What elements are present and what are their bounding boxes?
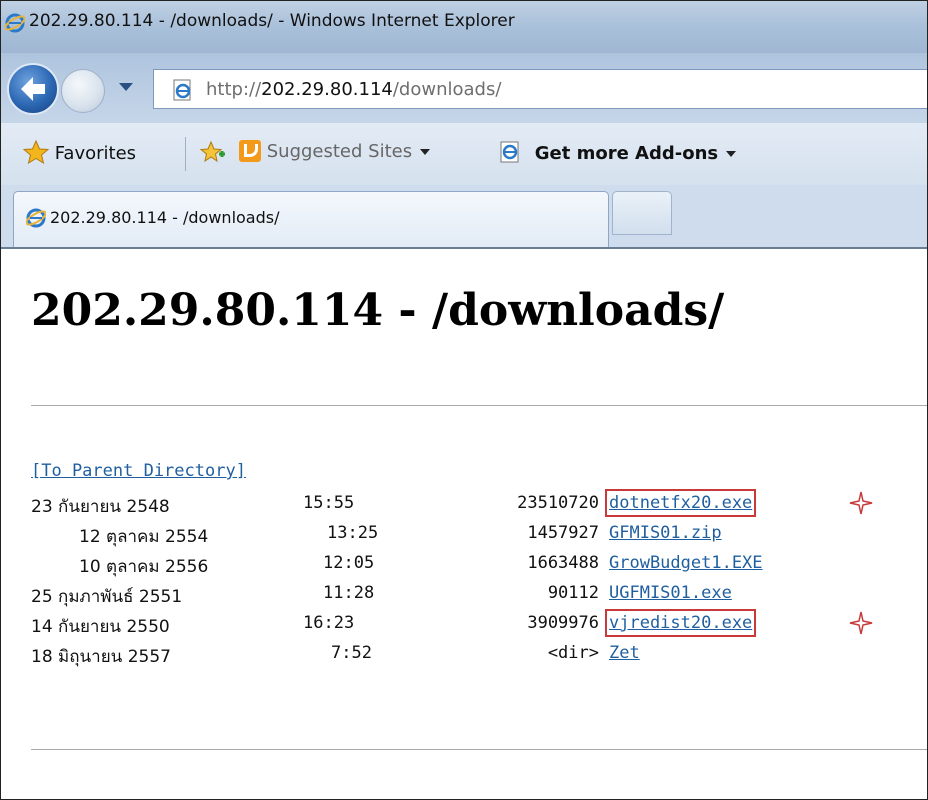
list-item: 23 กันยายน 2548 15:55 23510720 dotnetfx20.e… [31,489,911,517]
file-link[interactable]: GFMIS01.zip [609,523,722,543]
tab-strip: 202.29.80.114 - /downloads/ [1,185,927,249]
window-title: 202.29.80.114 - /downloads/ - Windows In… [29,11,515,31]
entry-size: 90112 [547,583,599,603]
entry-size: 23510720 [517,493,599,513]
entry-date: 18 มิถุนายน 2557 [31,647,171,667]
favorites-separator [185,137,186,171]
entry-date: 25 กุมภาพันธ์ 2551 [31,587,183,607]
entry-size: 1663488 [527,553,599,573]
address-bar[interactable]: http://202.29.80.114/downloads/ [153,69,927,109]
back-button[interactable] [7,63,59,115]
entry-time: 15:55 [303,493,355,513]
ie-icon [25,208,47,232]
entry-date: 23 กันยายน 2548 [31,497,170,517]
favorites-button[interactable]: Favorites [22,139,137,165]
entry-time: 16:23 [303,613,355,633]
file-link[interactable]: dotnetfx20.exe [604,489,757,517]
tab-label: 202.29.80.114 - /downloads/ [50,208,280,227]
marker-star-icon [849,611,873,635]
suggested-sites-button[interactable]: Suggested Sites [239,140,431,162]
page-icon [172,79,194,105]
suggested-sites-label: Suggested Sites [266,141,413,162]
title-bar: 202.29.80.114 - /downloads/ - Windows In… [1,1,927,53]
list-item: 25 กุมภาพันธ์ 2551 11:28 90112 UGFMIS01.exe [31,583,911,607]
list-item: 14 กันยายน 2550 16:23 3909976 vjredist20.ex… [31,609,911,637]
tab-current[interactable]: 202.29.80.114 - /downloads/ [13,191,609,247]
browser-window: 202.29.80.114 - /downloads/ - Windows In… [0,0,928,800]
get-addons-button[interactable]: Get more Add-ons [499,140,737,164]
add-to-favorites-button[interactable] [199,140,227,164]
file-link[interactable]: Zet [609,643,640,663]
entry-size: 1457927 [527,523,599,543]
list-item: 10 ตุลาคม 2556 12:05 1663488 GrowBudget1.EX… [31,553,911,577]
entry-time: 12:05 [323,553,375,573]
back-arrow-icon [21,77,45,101]
favorites-label: Favorites [54,143,137,164]
url-scheme: http:// [206,79,262,100]
addons-label: Get more Add-ons [534,143,719,164]
file-link[interactable]: UGFMIS01.exe [609,583,732,603]
divider-bottom [31,749,927,750]
file-link[interactable]: vjredist20.exe [604,609,757,637]
chevron-down-icon [726,151,737,157]
url-host: 202.29.80.114 [261,79,393,100]
ie-icon [4,13,26,37]
file-link[interactable]: GrowBudget1.EXE [609,553,763,573]
url-path: /downloads/ [392,79,502,100]
entry-date: 12 ตุลาคม 2554 [79,527,209,547]
add-favorites-icon [199,140,225,163]
forward-button[interactable] [61,69,105,113]
recent-pages-dropdown[interactable] [119,83,133,91]
marker-star-icon [849,491,873,515]
favorites-star-icon [22,139,50,165]
list-item: 18 มิถุนายน 2557 7:52 <dir> Zet [31,643,911,667]
addons-icon [500,141,519,163]
suggested-sites-icon [239,140,261,162]
page-title: 202.29.80.114 - /downloads/ [31,285,725,336]
entry-size: 3909976 [527,613,599,633]
page-content: 202.29.80.114 - /downloads/ [To Parent D… [1,249,927,799]
parent-directory-link[interactable]: [To Parent Directory] [31,461,246,481]
chevron-down-icon [420,149,431,155]
new-tab-button[interactable] [612,191,672,235]
navigation-bar: http://202.29.80.114/downloads/ [1,53,927,123]
entry-date: 10 ตุลาคม 2556 [79,557,209,577]
favorites-bar: Favorites Suggested Sites Get more Add-o… [1,123,927,186]
entry-time: 13:25 [327,523,379,543]
entry-date: 14 กันยายน 2550 [31,617,170,637]
list-item: 12 ตุลาคม 2554 13:25 1457927 GFMIS01.zip [31,523,911,547]
entry-time: 7:52 [331,643,372,663]
entry-size: <dir> [547,643,599,663]
address-url[interactable]: http://202.29.80.114/downloads/ [206,79,501,100]
divider-top [31,405,927,406]
entry-time: 11:28 [323,583,375,603]
